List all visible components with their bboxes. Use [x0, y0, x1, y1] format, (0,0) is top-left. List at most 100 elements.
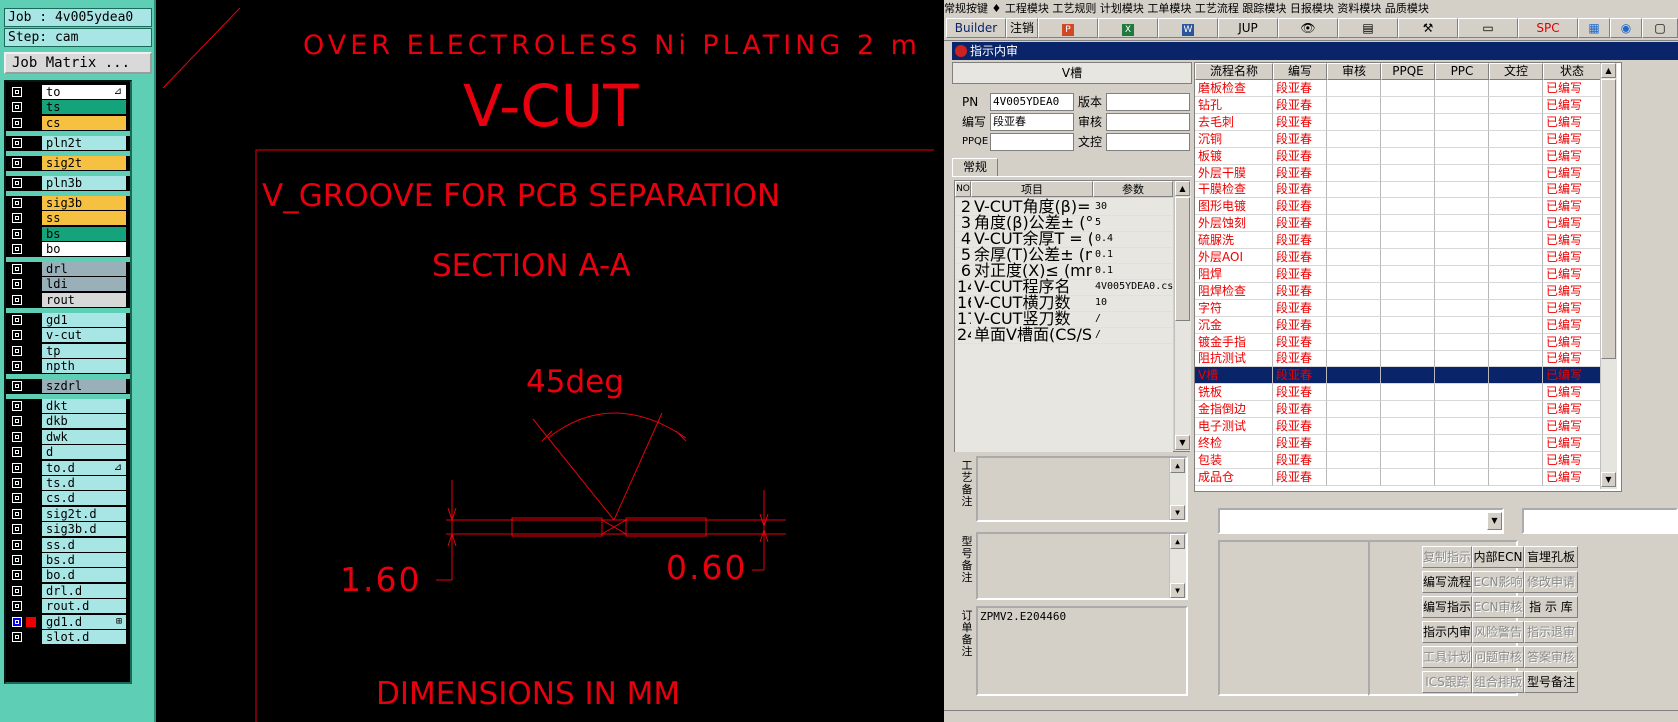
layer-row[interactable]: ts.d	[6, 475, 130, 491]
layer-name[interactable]: rout	[42, 292, 126, 307]
param-value[interactable]: 30	[1095, 198, 1173, 215]
layer-name[interactable]: to.d ⊿	[42, 460, 126, 475]
layer-checkbox[interactable]	[12, 294, 22, 305]
pn-field[interactable]: 4V005YDEA0	[990, 93, 1074, 111]
scroll-thumb[interactable]	[1601, 79, 1616, 359]
model-note-scrollbar[interactable]: ▲ ▼	[1169, 534, 1186, 598]
flow-row[interactable]: V槽 段亚春 已编写	[1195, 367, 1621, 385]
flow-header-cell[interactable]: 审核	[1327, 63, 1381, 80]
flow-row[interactable]: 成品仓 段亚春 已编写	[1195, 468, 1621, 486]
flow-row[interactable]: 镀金手指 段亚春 已编写	[1195, 333, 1621, 351]
layer-name[interactable]: dwk	[42, 429, 126, 444]
layer-row[interactable]: sig2t.d	[6, 506, 130, 522]
layer-checkbox[interactable]	[12, 87, 22, 97]
layer-name[interactable]: pln2t	[42, 135, 126, 150]
action-button[interactable]: 问题审核	[1472, 646, 1524, 668]
layer-name[interactable]: dkt	[42, 399, 126, 413]
builder-button[interactable]: Builder	[946, 18, 1006, 38]
flow-row[interactable]: 阻焊检查 段亚春 已编写	[1195, 282, 1621, 300]
layer-row[interactable]: v-cut	[6, 327, 130, 343]
flow-header-cell[interactable]: 编写	[1273, 63, 1327, 80]
layer-name[interactable]: sig2t.d	[42, 506, 126, 521]
flow-row[interactable]: 磨板检查 段亚春 已编写	[1195, 80, 1621, 97]
scroll-up-icon[interactable]: ▲	[1170, 534, 1185, 549]
action-button[interactable]: 答案审核	[1524, 646, 1578, 668]
flow-select[interactable]: ▼	[1218, 508, 1504, 534]
secondary-select[interactable]	[1522, 508, 1678, 534]
flow-header-cell[interactable]: 状态	[1543, 63, 1601, 80]
scroll-down-icon[interactable]: ▼	[1175, 435, 1190, 450]
layer-row[interactable]: ss.d	[6, 537, 130, 553]
review-field[interactable]	[1106, 113, 1190, 131]
param-value[interactable]: /	[1095, 310, 1173, 327]
calendar-button[interactable]: ▦	[1578, 18, 1610, 38]
layer-row[interactable]: pln2t	[6, 135, 130, 151]
layer-name[interactable]: bo	[42, 242, 126, 256]
action-button[interactable]: ECN审核	[1472, 596, 1524, 618]
param-value[interactable]: 4V005YDEA0.csv	[1095, 278, 1173, 295]
flow-header-cell[interactable]: 流程名称	[1195, 63, 1273, 80]
layer-name[interactable]: cs.d	[42, 491, 126, 506]
layer-name[interactable]: gd1.d ⊞	[42, 614, 126, 629]
layer-row[interactable]: cs	[6, 115, 130, 131]
layer-name[interactable]: szdrl	[42, 379, 126, 393]
flow-scrollbar[interactable]: ▲ ▼	[1600, 63, 1617, 489]
layer-name[interactable]: cs	[42, 115, 126, 130]
layer-checkbox[interactable]	[12, 197, 22, 208]
layer-name[interactable]: tp	[42, 343, 126, 358]
flow-row[interactable]: 沉铜 段亚春 已编写	[1195, 130, 1621, 148]
scroll-down-icon[interactable]: ▼	[1170, 505, 1185, 520]
layer-name[interactable]: d	[42, 445, 126, 460]
logout-button[interactable]: 注销	[1006, 18, 1038, 38]
layer-checkbox[interactable]	[12, 244, 22, 254]
layer-checkbox[interactable]	[12, 157, 22, 168]
layer-row[interactable]: slot.d	[6, 629, 130, 645]
layer-row[interactable]: cs.d	[6, 490, 130, 506]
action-button[interactable]: 风险警告	[1472, 621, 1524, 643]
layer-row[interactable]: ss	[6, 210, 130, 226]
layer-row[interactable]: bs.d	[6, 552, 130, 568]
flow-row[interactable]: 字符 段亚春 已编写	[1195, 299, 1621, 317]
layer-checkbox[interactable]	[12, 585, 22, 596]
layer-row[interactable]: gd1	[6, 312, 130, 328]
layer-row[interactable]: rout.d	[6, 598, 130, 614]
scroll-thumb[interactable]	[1175, 197, 1190, 321]
layer-checkbox[interactable]	[12, 137, 22, 148]
layer-checkbox[interactable]	[12, 314, 22, 325]
scroll-up-icon[interactable]: ▲	[1175, 181, 1190, 196]
layer-name[interactable]: to ⊿	[42, 85, 126, 99]
layer-row[interactable]: szdrl	[6, 378, 130, 394]
layer-row[interactable]: rout	[6, 292, 130, 308]
layer-checkbox[interactable]	[12, 416, 22, 427]
layer-row[interactable]: ts	[6, 99, 130, 115]
layer-checkbox[interactable]	[12, 279, 22, 290]
writer-field[interactable]: 段亚春	[990, 113, 1074, 131]
flow-row[interactable]: 阻抗测试 段亚春 已编写	[1195, 350, 1621, 368]
database-button[interactable]: ▤	[1338, 18, 1398, 38]
control-field[interactable]	[1106, 133, 1190, 151]
layer-row[interactable]: ldi	[6, 276, 130, 292]
action-button[interactable]: 盲埋孔板	[1524, 546, 1578, 568]
scroll-down-icon[interactable]: ▼	[1601, 472, 1616, 487]
flow-row[interactable]: 沉金 段亚春 已编写	[1195, 316, 1621, 334]
layer-name[interactable]: bs	[42, 226, 126, 241]
action-button[interactable]: 修改申请	[1524, 571, 1578, 593]
param-value[interactable]: 0.1	[1095, 262, 1173, 279]
chevron-down-icon[interactable]: ▼	[1487, 512, 1502, 530]
action-button[interactable]: ECN影响	[1472, 571, 1524, 593]
layer-row[interactable]: to ⊿	[6, 84, 130, 100]
layer-checkbox[interactable]	[12, 381, 22, 391]
layer-row[interactable]: to.d ⊿	[6, 460, 130, 476]
layer-row[interactable]: d	[6, 444, 130, 460]
layer-name[interactable]: bo.d	[42, 568, 126, 583]
layer-name[interactable]: slot.d	[42, 630, 126, 644]
computer-button[interactable]: ▭	[1458, 18, 1518, 38]
action-button[interactable]: 编写流程	[1422, 571, 1472, 593]
layer-name[interactable]: drl.d	[42, 583, 126, 598]
layer-checkbox[interactable]	[12, 478, 22, 488]
layer-row[interactable]: sig3b	[6, 195, 130, 211]
layer-name[interactable]: ss	[42, 211, 126, 226]
layer-checkbox[interactable]	[12, 264, 22, 274]
layer-checkbox[interactable]	[12, 493, 22, 504]
flow-row[interactable]: 外层蚀刻 段亚春 已编写	[1195, 215, 1621, 233]
